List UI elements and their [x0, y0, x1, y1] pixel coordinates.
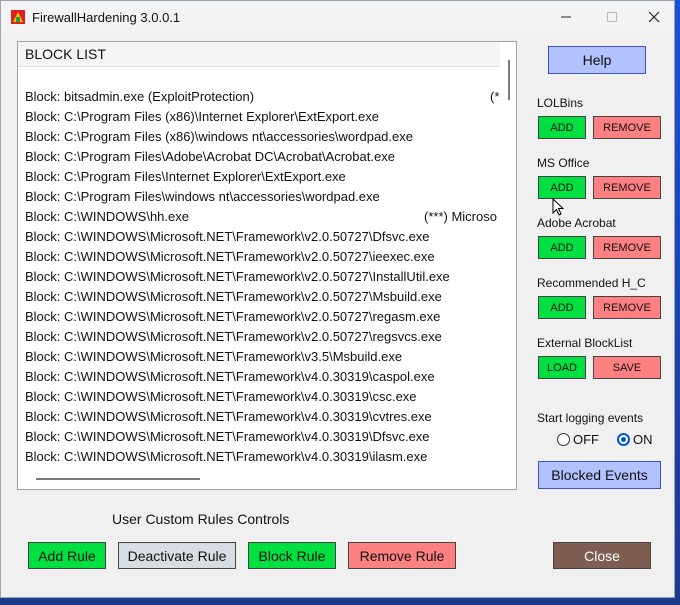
recommended-add-button[interactable]: ADD: [538, 296, 586, 319]
list-item[interactable]: Block: C:\WINDOWS\Microsoft.NET\Framewor…: [25, 427, 500, 447]
horizontal-scrollbar[interactable]: [36, 478, 200, 480]
list-item[interactable]: Block: C:\Program Files (x86)\windows nt…: [25, 127, 500, 147]
maximize-icon: [607, 12, 617, 22]
logging-label: Start logging events: [537, 411, 644, 425]
app-window: FirewallHardening 3.0.0.1 BLOCK LIST Blo…: [0, 0, 675, 598]
app-shield-icon: [11, 10, 25, 24]
mouse-pointer-icon: [552, 198, 564, 216]
logging-on-label: ON: [633, 432, 653, 447]
load-button[interactable]: LOAD: [538, 356, 586, 379]
list-item[interactable]: Block: C:\WINDOWS\Microsoft.NET\Framewor…: [25, 307, 500, 327]
block-rule-button[interactable]: Block Rule: [248, 542, 336, 569]
deactivate-rule-button[interactable]: Deactivate Rule: [118, 542, 236, 569]
blocked-events-button[interactable]: Blocked Events: [538, 461, 661, 489]
vertical-scrollbar[interactable]: [508, 60, 510, 100]
acrobat-label: Adobe Acrobat: [537, 216, 616, 230]
lolbins-remove-button[interactable]: REMOVE: [593, 116, 661, 139]
recommended-label: Recommended H_C: [537, 276, 646, 290]
logging-off-radio[interactable]: [557, 433, 570, 446]
list-rows: Block: bitsadmin.exe (ExploitProtection)…: [25, 87, 500, 467]
close-icon: [648, 11, 660, 23]
row-suffix: (*: [490, 89, 500, 104]
list-item[interactable]: Block: C:\WINDOWS\Microsoft.NET\Framewor…: [25, 387, 500, 407]
logging-off-label: OFF: [573, 432, 599, 447]
list-item[interactable]: Block: C:\WINDOWS\Microsoft.NET\Framewor…: [25, 247, 500, 267]
acrobat-add-button[interactable]: ADD: [538, 236, 586, 259]
minimize-icon: [561, 16, 571, 18]
recommended-remove-button[interactable]: REMOVE: [593, 296, 661, 319]
user-rules-label: User Custom Rules Controls: [112, 511, 290, 527]
save-button[interactable]: SAVE: [593, 356, 661, 379]
list-item[interactable]: Block: C:\WINDOWS\Microsoft.NET\Framewor…: [25, 347, 500, 367]
list-item[interactable]: Block: bitsadmin.exe (ExploitProtection)…: [25, 87, 500, 107]
msoffice-label: MS Office: [537, 156, 590, 170]
window-close-button[interactable]: [631, 1, 677, 33]
lolbins-add-button[interactable]: ADD: [538, 116, 586, 139]
title-bar[interactable]: FirewallHardening 3.0.0.1: [1, 1, 674, 33]
msoffice-remove-button[interactable]: REMOVE: [593, 176, 661, 199]
list-item[interactable]: Block: C:\WINDOWS\Microsoft.NET\Framewor…: [25, 447, 500, 467]
window-title: FirewallHardening 3.0.0.1: [32, 10, 181, 25]
row-suffix: (***) Microso: [424, 209, 497, 224]
msoffice-add-button[interactable]: ADD: [538, 176, 586, 199]
list-item[interactable]: Block: C:\WINDOWS\Microsoft.NET\Framewor…: [25, 327, 500, 347]
block-list[interactable]: BLOCK LIST Block: bitsadmin.exe (Exploit…: [17, 41, 517, 490]
add-rule-button[interactable]: Add Rule: [28, 542, 106, 569]
help-button[interactable]: Help: [548, 46, 646, 74]
list-header-label: BLOCK LIST: [25, 46, 106, 62]
remove-rule-button[interactable]: Remove Rule: [348, 542, 456, 569]
list-item[interactable]: Block: C:\Program Files (x86)\Internet E…: [25, 107, 500, 127]
list-item[interactable]: Block: C:\WINDOWS\Microsoft.NET\Framewor…: [25, 267, 500, 287]
acrobat-remove-button[interactable]: REMOVE: [593, 236, 661, 259]
minimize-button[interactable]: [543, 1, 589, 33]
list-item[interactable]: Block: C:\Program Files\windows nt\acces…: [25, 187, 500, 207]
close-button[interactable]: Close: [553, 542, 651, 569]
list-item[interactable]: Block: C:\Program Files\Internet Explore…: [25, 167, 500, 187]
list-header: BLOCK LIST: [18, 42, 500, 67]
list-item[interactable]: Block: C:\WINDOWS\Microsoft.NET\Framewor…: [25, 367, 500, 387]
logging-on-radio[interactable]: [617, 433, 630, 446]
maximize-button[interactable]: [589, 1, 635, 33]
list-item[interactable]: Block: C:\Program Files\Adobe\Acrobat DC…: [25, 147, 500, 167]
list-item[interactable]: Block: C:\WINDOWS\hh.exe (***) Microso: [25, 207, 500, 227]
lolbins-label: LOLBins: [537, 96, 584, 110]
list-item[interactable]: Block: C:\WINDOWS\Microsoft.NET\Framewor…: [25, 227, 500, 247]
list-item[interactable]: Block: C:\WINDOWS\Microsoft.NET\Framewor…: [25, 287, 500, 307]
list-item[interactable]: Block: C:\WINDOWS\Microsoft.NET\Framewor…: [25, 407, 500, 427]
external-blocklist-label: External BlockList: [537, 336, 633, 350]
